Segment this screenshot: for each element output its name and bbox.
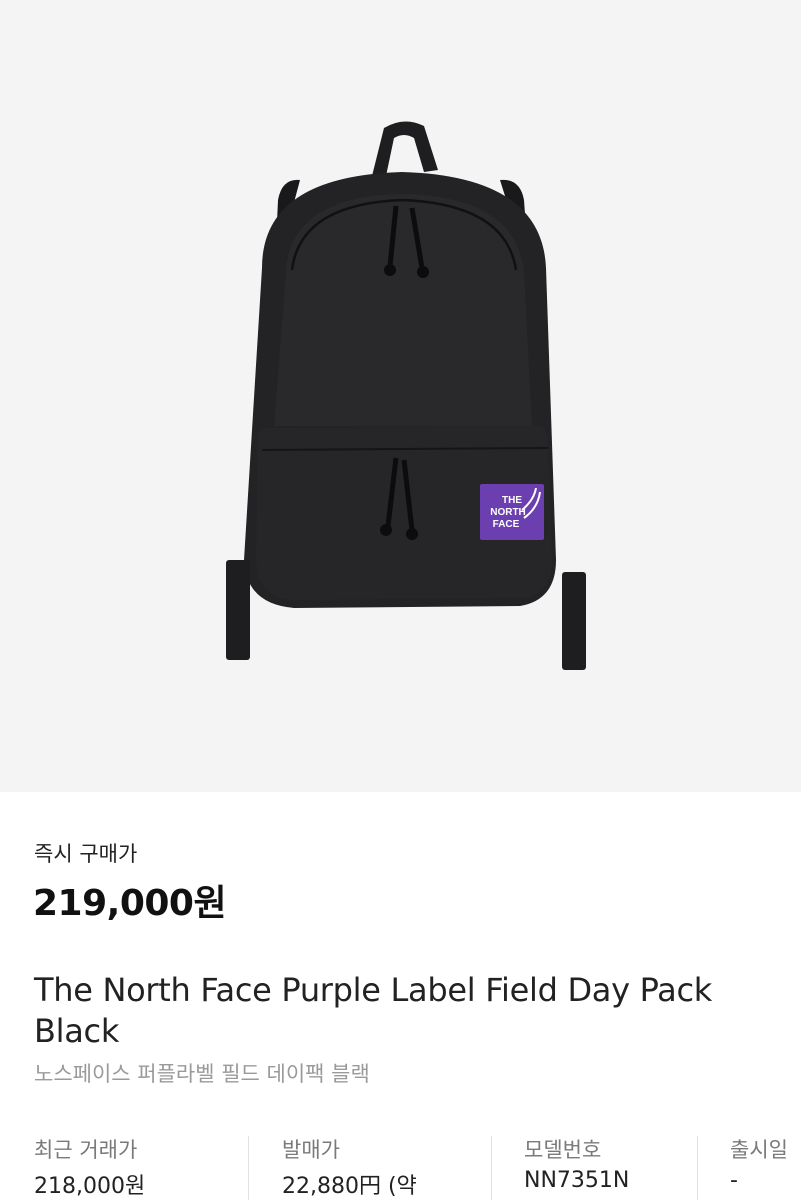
product-title: The North Face Purple Label Field Day Pa… — [34, 971, 713, 1050]
spec-recent-price: 최근 거래가 218,000원 — [34, 1134, 234, 1200]
spec-divider — [697, 1136, 698, 1200]
spec-label: 최근 거래가 — [34, 1138, 138, 1162]
spec-label: 모델번호 — [524, 1138, 602, 1162]
product-subtitle: 노스페이스 퍼플라벨 필드 데이팩 블랙 — [34, 1062, 370, 1086]
spec-release-price: 발매가 22,880円 (약 — [282, 1134, 478, 1200]
spec-value: NN7351N — [524, 1168, 630, 1193]
logo-text-line2: NORTH — [490, 507, 526, 518]
spec-divider — [491, 1136, 492, 1200]
spec-label: 출시일 — [730, 1138, 788, 1162]
instant-buy-price: 219,000원 — [33, 883, 227, 924]
spec-value: 218,000원 — [34, 1174, 146, 1199]
price-label: 즉시 구매가 — [34, 842, 138, 866]
spec-value: - — [730, 1168, 738, 1193]
logo-text-line3: FACE — [493, 519, 520, 530]
logo-text-line1: THE — [502, 495, 522, 506]
spec-row: 최근 거래가 218,000원 발매가 22,880円 (약 모델번호 NN73… — [0, 1134, 801, 1200]
backpack-illustration: THE NORTH FACE — [226, 121, 586, 670]
spec-model-number: 모델번호 NN7351N — [524, 1134, 684, 1200]
spec-release-date: 출시일 - — [730, 1134, 801, 1200]
spec-label: 발매가 — [282, 1138, 340, 1162]
product-image[interactable]: THE NORTH FACE — [0, 0, 801, 792]
spec-value: 22,880円 (약 — [282, 1174, 417, 1199]
product-page: THE NORTH FACE 즉시 구매가 219,000원 The North… — [0, 0, 801, 1200]
spec-divider — [248, 1136, 249, 1200]
